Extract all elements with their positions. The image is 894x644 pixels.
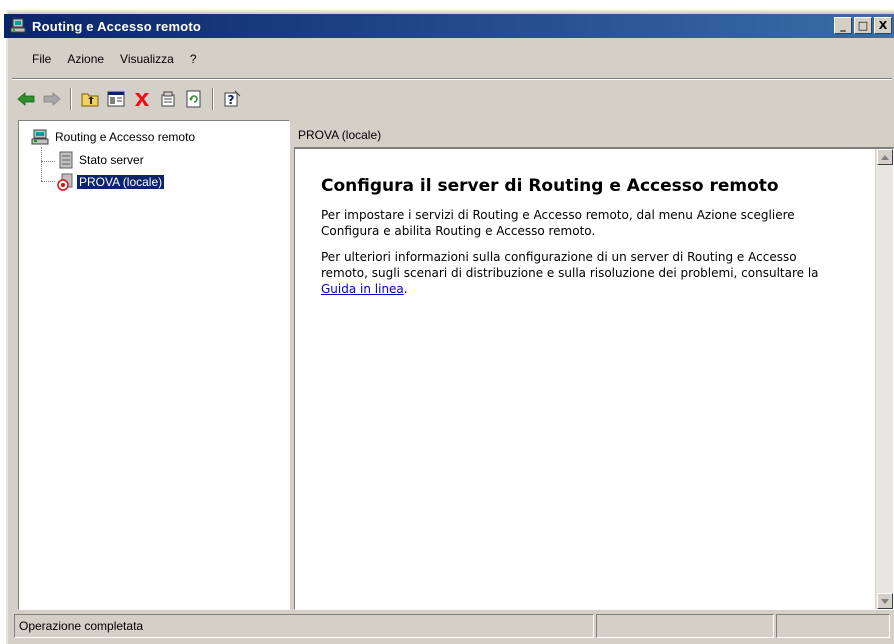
back-arrow-icon[interactable]: [14, 87, 38, 111]
tree-item-prova-locale[interactable]: PROVA (locale): [57, 173, 165, 191]
tree-connector: [41, 161, 55, 162]
delete-icon[interactable]: [130, 87, 154, 111]
status-bar: Operazione completata: [14, 614, 894, 640]
refresh-icon[interactable]: [182, 87, 206, 111]
tree-item-label: Stato server: [79, 153, 144, 167]
online-help-link[interactable]: Guida in linea: [321, 282, 404, 296]
status-text: Operazione completata: [14, 614, 594, 638]
instruction-text: Per impostare i servizi di Routing e Acc…: [321, 208, 795, 238]
status-panel-3: [776, 614, 890, 638]
scroll-down-button[interactable]: [877, 593, 893, 609]
tree-connector: [41, 181, 55, 182]
menu-help[interactable]: ?: [182, 50, 205, 68]
results-pane: Configura il server di Routing e Accesso…: [294, 148, 894, 610]
desktop: Routing e Accesso remoto _ □ X File Azio…: [0, 0, 894, 644]
server-status-icon: [57, 151, 75, 169]
tree-item-label: PROVA (locale): [77, 175, 165, 189]
menu-bar: File Azione Visualizza ?: [20, 48, 205, 70]
title-bar[interactable]: Routing e Accesso remoto _ □ X: [4, 14, 894, 38]
toolbar-separator: [70, 88, 72, 110]
menu-visualizza[interactable]: Visualizza: [112, 50, 182, 68]
tree-item-rras-root[interactable]: Routing e Accesso remoto: [31, 129, 195, 145]
vertical-scrollbar[interactable]: [875, 149, 893, 609]
results-pane-header: PROVA (locale): [294, 122, 894, 148]
console-tree[interactable]: Routing e Accesso remoto Stato server PR…: [18, 120, 290, 610]
menu-divider: [12, 78, 892, 80]
minimize-button[interactable]: _: [834, 17, 852, 34]
window-controls: _ □ X: [834, 17, 892, 34]
tree-connector: [41, 147, 42, 181]
page-title: Configura il server di Routing e Accesso…: [321, 176, 779, 196]
info-text-end: .: [403, 282, 408, 296]
taskpad-content: Configura il server di Routing e Accesso…: [321, 175, 841, 307]
toolbar: ?: [14, 86, 246, 112]
properties-icon[interactable]: [156, 87, 180, 111]
svg-text:?: ?: [228, 93, 235, 107]
up-folder-icon[interactable]: [78, 87, 102, 111]
stopped-server-icon: [57, 173, 75, 191]
maximize-button[interactable]: □: [854, 17, 872, 34]
menu-azione[interactable]: Azione: [59, 50, 112, 68]
show-hide-tree-icon[interactable]: [104, 87, 128, 111]
tree-item-label: Routing e Accesso remoto: [55, 130, 196, 144]
info-text: Per ulteriori informazioni sulla configu…: [321, 249, 841, 297]
toolbar-separator-2: [212, 88, 214, 110]
computer-icon: [31, 129, 49, 145]
forward-arrow-icon[interactable]: [40, 87, 64, 111]
help-icon[interactable]: ?: [220, 87, 244, 111]
close-button[interactable]: X: [874, 17, 892, 34]
window-title: Routing e Accesso remoto: [32, 18, 202, 34]
info-text-body: Per ulteriori informazioni sulla configu…: [321, 250, 819, 280]
tree-item-stato-server[interactable]: Stato server: [57, 151, 144, 169]
status-panel-2: [596, 614, 774, 638]
scroll-up-button[interactable]: [877, 149, 893, 165]
menu-file[interactable]: File: [20, 50, 59, 68]
rras-app-icon: [10, 18, 26, 34]
